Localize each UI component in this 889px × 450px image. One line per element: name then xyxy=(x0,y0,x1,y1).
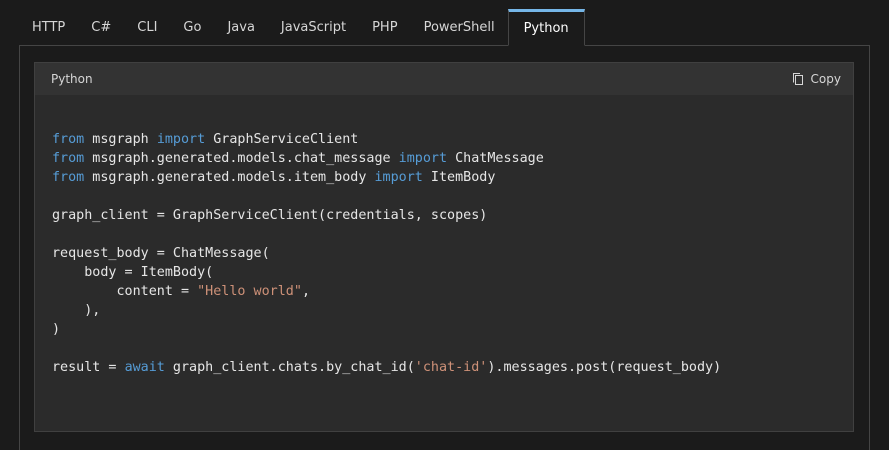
tab-python[interactable]: Python xyxy=(507,9,585,46)
code-string: 'chat-id' xyxy=(414,360,488,375)
tab-cli[interactable]: CLI xyxy=(124,10,170,45)
code-header: Python Copy xyxy=(35,63,853,96)
code-text: body = ItemBody( xyxy=(52,265,214,280)
code-line: from msgraph import GraphServiceClient xyxy=(52,130,836,149)
code-text: content = xyxy=(52,284,198,299)
language-tabs: HTTP C# CLI Go Java JavaScript PHP Power… xyxy=(19,9,870,46)
code-sample-page: HTTP C# CLI Go Java JavaScript PHP Power… xyxy=(0,0,889,450)
tab-javascript[interactable]: JavaScript xyxy=(268,10,359,45)
code-text: request_body = ChatMessage( xyxy=(52,246,270,261)
code-keyword: from xyxy=(52,170,85,185)
code-text: ) xyxy=(52,322,61,337)
tab-go[interactable]: Go xyxy=(170,10,214,45)
code-body: from msgraph import GraphServiceClient fr… xyxy=(35,96,853,377)
tab-panel: Python Copy from msgraph import GraphSer… xyxy=(19,46,870,450)
code-line: result = await graph_client.chats.by_cha… xyxy=(52,358,836,377)
tab-http[interactable]: HTTP xyxy=(19,10,78,45)
code-language-label: Python xyxy=(51,72,93,86)
copy-icon xyxy=(791,72,804,86)
code-text: ChatMessage xyxy=(447,151,544,166)
code-string: "Hello world" xyxy=(197,284,302,299)
code-text: , xyxy=(301,284,310,299)
code-text: msgraph xyxy=(84,132,157,147)
tab-csharp[interactable]: C# xyxy=(78,10,124,45)
copy-button[interactable]: Copy xyxy=(791,72,841,86)
code-keyword: await xyxy=(124,360,165,375)
tab-php[interactable]: PHP xyxy=(359,10,410,45)
code-keyword: import xyxy=(374,170,423,185)
code-line: body = ItemBody( xyxy=(52,263,836,282)
code-text: GraphServiceClient xyxy=(205,132,359,147)
copy-button-label: Copy xyxy=(810,72,841,86)
code-line: graph_client = GraphServiceClient(creden… xyxy=(52,206,836,225)
code-line: from msgraph.generated.models.chat_messa… xyxy=(52,149,836,168)
code-text: ItemBody xyxy=(422,170,496,185)
code-line: from msgraph.generated.models.item_body … xyxy=(52,168,836,187)
code-text: graph_client = GraphServiceClient(creden… xyxy=(52,208,488,223)
code-keyword: import xyxy=(398,151,448,166)
code-block: Python Copy from msgraph import GraphSer… xyxy=(34,62,854,432)
code-text: msgraph.generated.models.chat_message xyxy=(84,151,399,166)
code-keyword: import xyxy=(156,132,206,147)
code-text: ).messages.post(request_body) xyxy=(487,360,722,375)
code-text: msgraph.generated.models.item_body xyxy=(84,170,375,185)
code-line: ), xyxy=(52,301,836,320)
code-text: ), xyxy=(52,303,101,318)
code-text: graph_client.chats.by_chat_id( xyxy=(164,360,415,375)
code-line: request_body = ChatMessage( xyxy=(52,244,836,263)
code-keyword: from xyxy=(52,151,85,166)
tab-powershell[interactable]: PowerShell xyxy=(411,10,508,45)
code-text: result = xyxy=(52,360,125,375)
code-line: content = "Hello world", xyxy=(52,282,836,301)
code-line: ) xyxy=(52,320,836,339)
code-keyword: from xyxy=(52,132,85,147)
tab-java[interactable]: Java xyxy=(214,10,267,45)
